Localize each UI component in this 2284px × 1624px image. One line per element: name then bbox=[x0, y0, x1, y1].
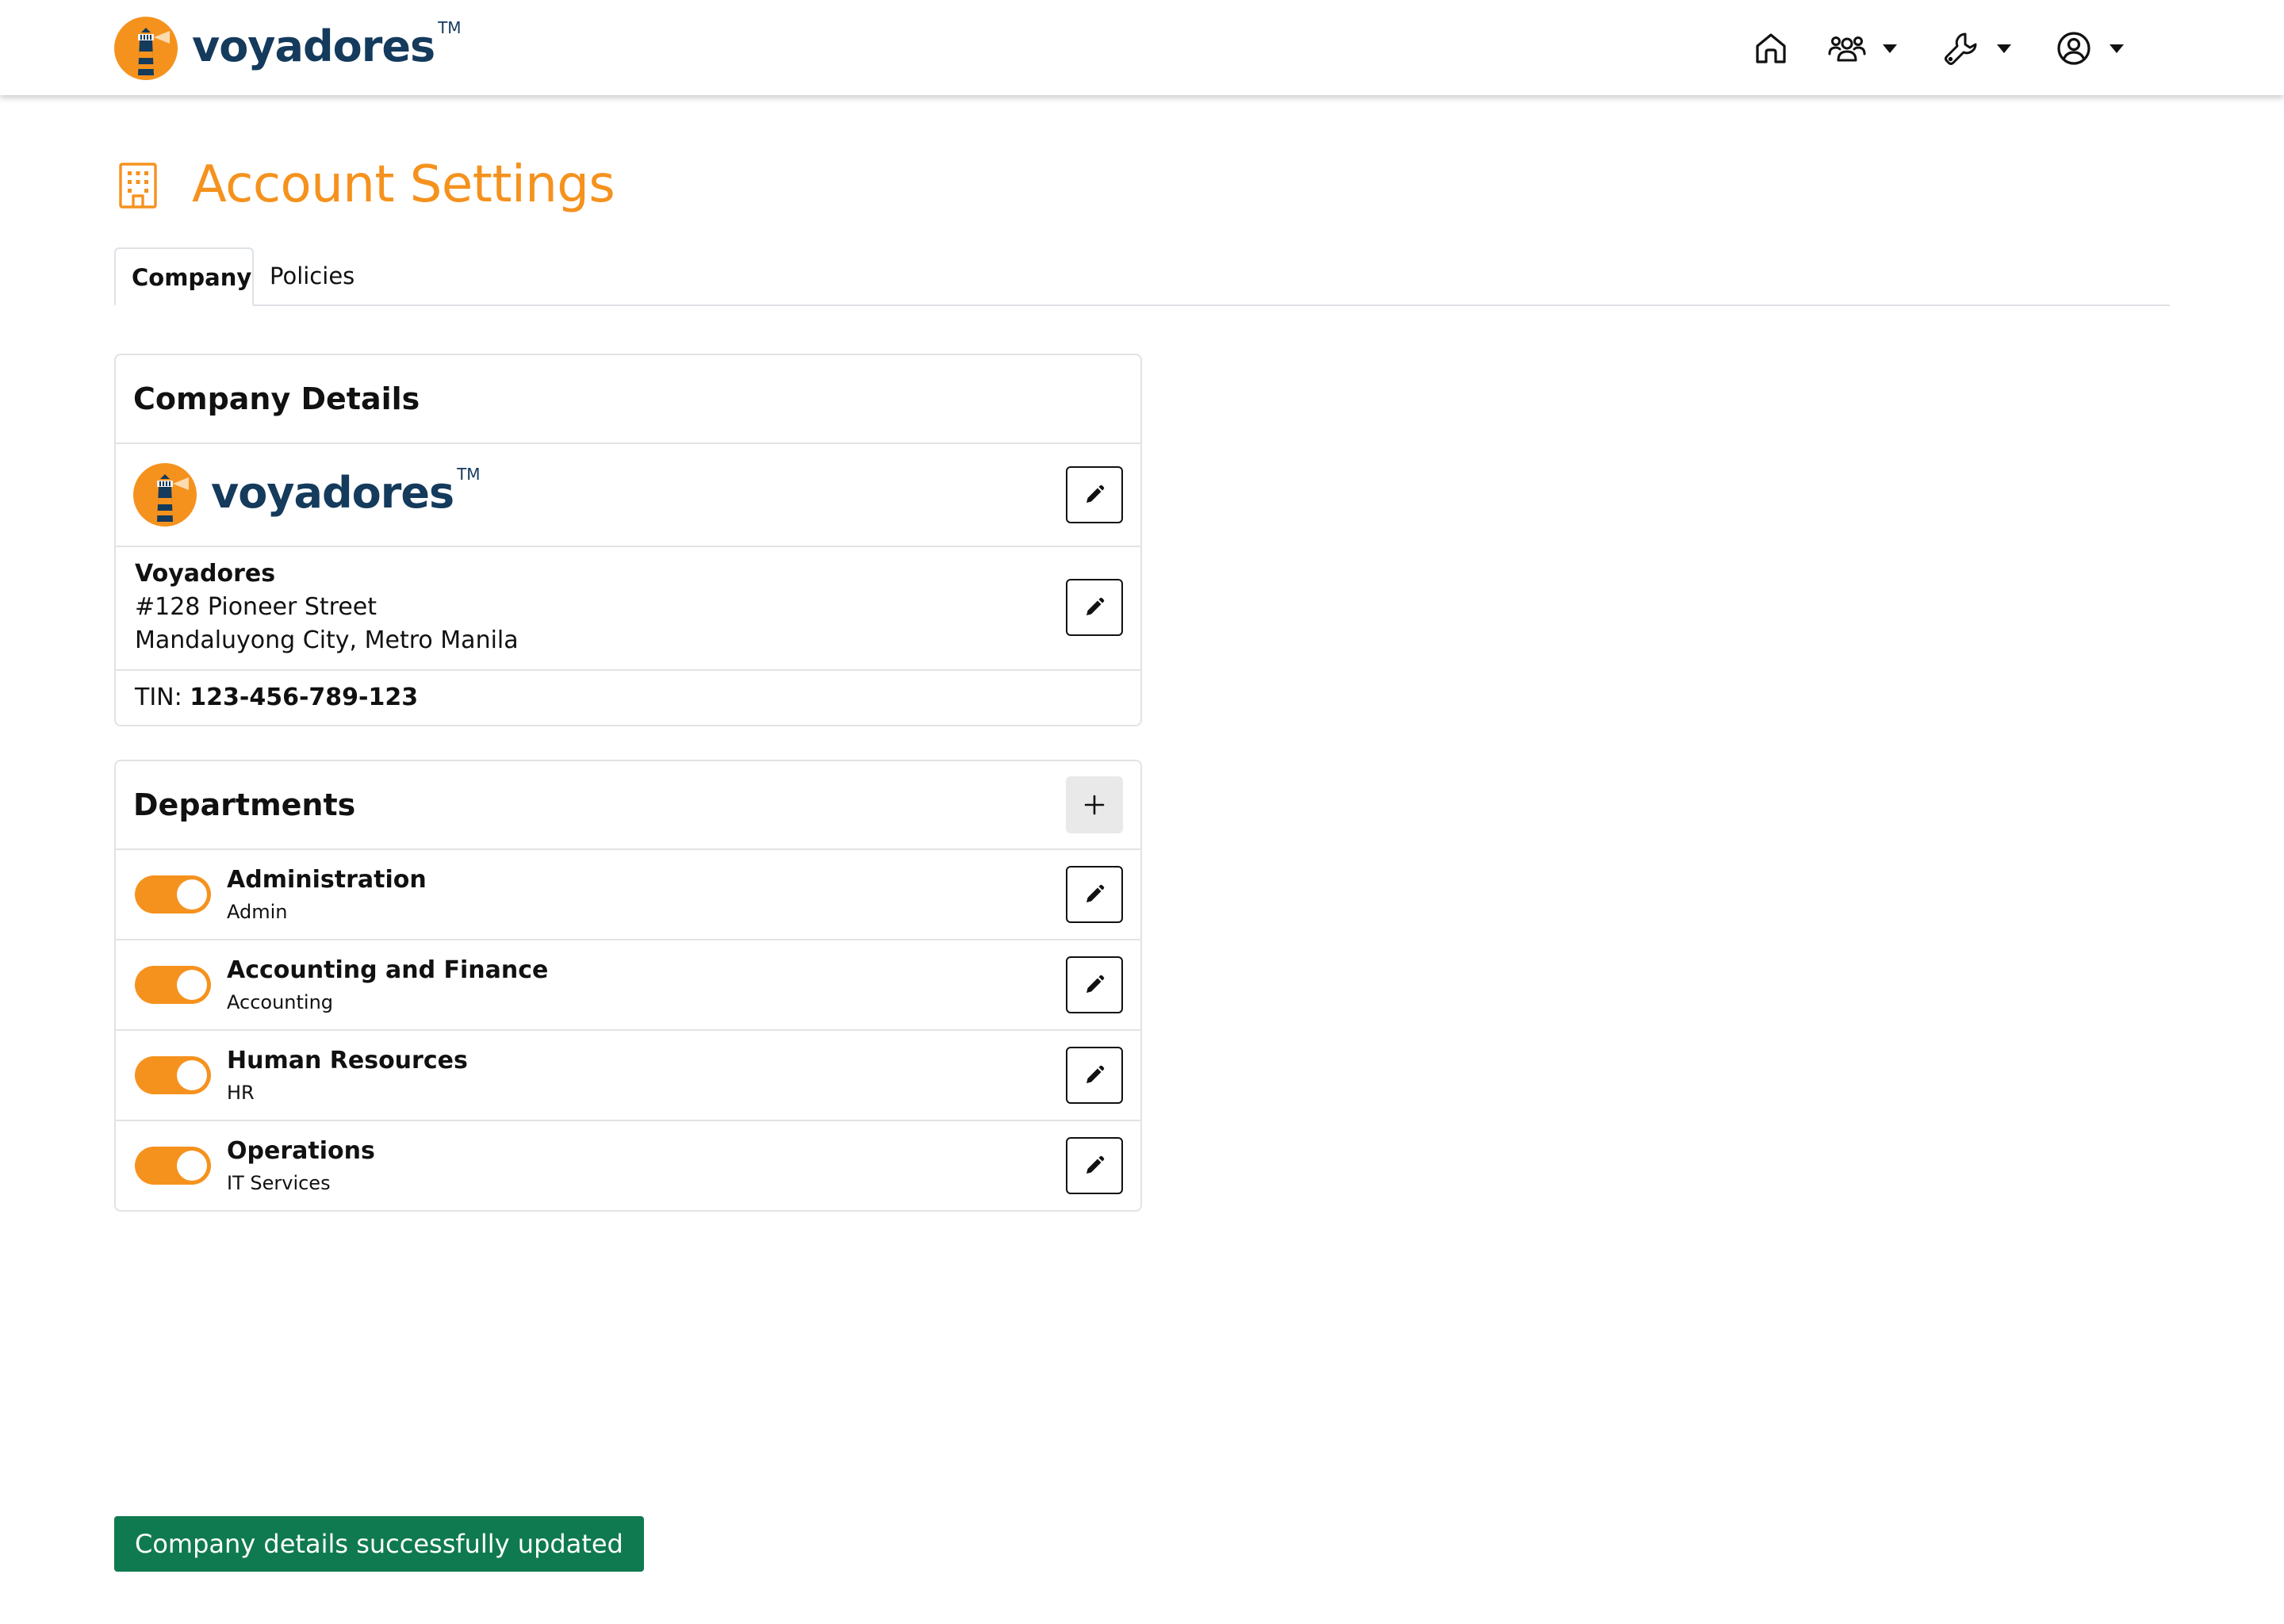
edit-department-button[interactable] bbox=[1066, 1137, 1123, 1194]
department-row: Human Resources HR bbox=[116, 1031, 1140, 1121]
tin-label: TIN: bbox=[135, 684, 182, 711]
toggle-knob bbox=[177, 879, 207, 910]
edit-address-button[interactable] bbox=[1066, 579, 1123, 636]
nav-tools-dropdown[interactable] bbox=[1941, 26, 2011, 71]
tab-policies[interactable]: Policies bbox=[254, 247, 370, 304]
pencil-icon bbox=[1086, 884, 1105, 902]
tin-text: TIN: 123-456-789-123 bbox=[135, 671, 418, 725]
tab-company[interactable]: Company bbox=[114, 247, 254, 306]
department-active-toggle[interactable] bbox=[135, 1056, 211, 1094]
company-logo-row: voyadores TM bbox=[116, 444, 1140, 547]
chevron-down-icon bbox=[2110, 44, 2124, 53]
department-code: Admin bbox=[227, 901, 288, 923]
department-active-toggle[interactable] bbox=[135, 966, 211, 1004]
navbar: voyadores TM bbox=[0, 0, 2284, 95]
department-row: Accounting and Finance Accounting bbox=[116, 940, 1140, 1031]
department-active-toggle[interactable] bbox=[135, 1147, 211, 1185]
company-details-card: Company Details voyadores TM Voyadores #… bbox=[114, 354, 1142, 726]
edit-department-button[interactable] bbox=[1066, 1047, 1123, 1104]
settings-tabs: Company Policies bbox=[114, 247, 2170, 306]
address-line-2: Mandaluyong City, Metro Manila bbox=[135, 626, 519, 654]
department-row: Operations IT Services bbox=[116, 1121, 1140, 1210]
toggle-knob bbox=[177, 1060, 207, 1090]
department-name: Administration bbox=[227, 866, 427, 894]
plus-icon bbox=[1084, 795, 1105, 815]
department-name: Accounting and Finance bbox=[227, 956, 549, 984]
chevron-down-icon bbox=[1883, 44, 1897, 53]
nav-home[interactable] bbox=[1751, 26, 1791, 71]
pencil-icon bbox=[1086, 975, 1105, 993]
department-code: IT Services bbox=[227, 1172, 331, 1194]
wrench-icon bbox=[1945, 33, 1977, 65]
tin-value: 123-456-789-123 bbox=[190, 684, 419, 711]
building-icon bbox=[119, 163, 157, 209]
page-header: Account Settings bbox=[116, 155, 615, 214]
pencil-icon bbox=[1086, 485, 1105, 503]
lighthouse-logo-icon bbox=[133, 463, 197, 527]
success-toast: Company details successfully updated bbox=[114, 1516, 644, 1572]
nav-user-dropdown[interactable] bbox=[2054, 26, 2124, 71]
brand-logo[interactable]: voyadores TM bbox=[114, 16, 462, 81]
address-line-1: #128 Pioneer Street bbox=[135, 593, 377, 621]
department-name: Human Resources bbox=[227, 1047, 468, 1074]
people-icon bbox=[1828, 36, 1866, 62]
departments-card: Departments Administration Admin Account… bbox=[114, 760, 1142, 1212]
toggle-knob bbox=[177, 970, 207, 1000]
brand-trademark: TM bbox=[438, 18, 462, 37]
department-code: Accounting bbox=[227, 991, 334, 1013]
lighthouse-logo-icon bbox=[114, 17, 178, 80]
edit-department-button[interactable] bbox=[1066, 866, 1123, 923]
company-logo: voyadores TM bbox=[133, 463, 481, 527]
nav-people-dropdown[interactable] bbox=[1827, 26, 1897, 71]
company-details-title: Company Details bbox=[133, 381, 420, 416]
user-circle-icon bbox=[2057, 32, 2090, 65]
company-address-row: Voyadores #128 Pioneer Street Mandaluyon… bbox=[116, 547, 1140, 671]
company-name: Voyadores bbox=[135, 560, 276, 588]
pencil-icon bbox=[1086, 597, 1105, 615]
department-name: Operations bbox=[227, 1137, 375, 1165]
add-department-button[interactable] bbox=[1066, 776, 1123, 833]
page-title: Account Settings bbox=[192, 155, 615, 214]
pencil-icon bbox=[1086, 1065, 1105, 1083]
chevron-down-icon bbox=[1997, 44, 2011, 53]
department-row: Administration Admin bbox=[116, 850, 1140, 940]
company-logo-word: voyadores bbox=[211, 468, 454, 518]
edit-department-button[interactable] bbox=[1066, 956, 1123, 1013]
department-code: HR bbox=[227, 1082, 255, 1104]
toggle-knob bbox=[177, 1151, 207, 1181]
company-details-header: Company Details bbox=[116, 355, 1140, 444]
brand-name: voyadores bbox=[192, 21, 435, 71]
departments-title: Departments bbox=[133, 787, 356, 822]
tin-row: TIN: 123-456-789-123 bbox=[116, 671, 1140, 725]
pencil-icon bbox=[1086, 1155, 1105, 1174]
home-icon bbox=[1756, 33, 1786, 63]
company-logo-trademark: TM bbox=[457, 465, 481, 484]
edit-logo-button[interactable] bbox=[1066, 466, 1123, 523]
department-active-toggle[interactable] bbox=[135, 875, 211, 914]
departments-header: Departments bbox=[116, 761, 1140, 850]
